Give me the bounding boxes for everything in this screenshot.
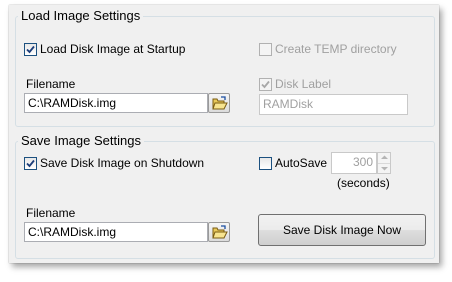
load-at-startup-label[interactable]: Load Disk Image at Startup — [40, 42, 185, 57]
save-image-settings-title: Save Image Settings — [18, 133, 144, 149]
load-browse-button[interactable] — [208, 93, 230, 113]
save-on-shutdown-label[interactable]: Save Disk Image on Shutdown — [40, 156, 204, 171]
save-on-shutdown-checkbox[interactable] — [24, 157, 37, 170]
autosave-checkbox[interactable] — [259, 157, 272, 170]
save-filename-label: Filename — [26, 206, 76, 220]
load-image-settings-title: Load Image Settings — [18, 8, 144, 24]
load-filename-input[interactable]: C:\RAMDisk.img — [24, 93, 208, 113]
spin-up-icon — [381, 155, 388, 159]
open-folder-icon — [212, 225, 228, 239]
disk-label-checkbox[interactable] — [259, 78, 272, 91]
save-browse-button[interactable] — [208, 222, 230, 242]
load-at-startup-checkbox[interactable] — [24, 43, 37, 56]
checkmark-icon — [26, 45, 35, 54]
autosave-label[interactable]: AutoSave — [275, 156, 327, 171]
create-temp-checkbox[interactable] — [259, 43, 272, 56]
checkmark-icon — [26, 159, 35, 168]
save-disk-image-now-button[interactable]: Save Disk Image Now — [258, 214, 426, 246]
disk-label-input[interactable]: RAMDisk — [259, 94, 408, 115]
checkmark-icon — [261, 80, 270, 89]
ramdisk-settings-dialog: Load Image Settings Load Disk Image at S… — [9, 5, 439, 263]
spin-down-button[interactable] — [378, 163, 390, 173]
disk-label-label[interactable]: Disk Label — [275, 77, 331, 92]
spin-up-button[interactable] — [378, 153, 390, 163]
autosave-spinner[interactable] — [377, 152, 391, 174]
spin-down-icon — [381, 167, 388, 171]
load-filename-label: Filename — [26, 77, 76, 91]
autosave-seconds-input[interactable]: 300 — [331, 152, 377, 174]
save-filename-input[interactable]: C:\RAMDisk.img — [24, 222, 208, 242]
open-folder-icon — [212, 96, 228, 110]
seconds-label: (seconds) — [337, 176, 390, 190]
create-temp-label[interactable]: Create TEMP directory — [275, 42, 397, 57]
